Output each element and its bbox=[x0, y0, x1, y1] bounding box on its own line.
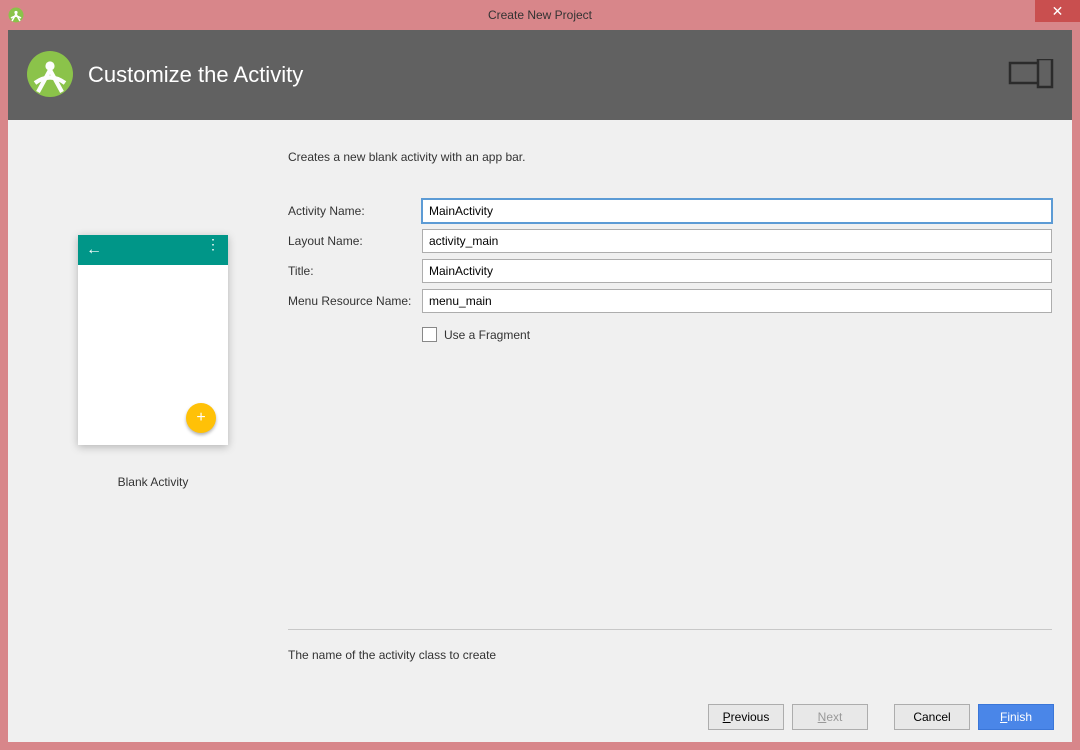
wizard-header: Customize the Activity bbox=[8, 30, 1072, 120]
fab-icon: + bbox=[186, 403, 216, 433]
label-title: Title: bbox=[288, 264, 422, 278]
layout-name-input[interactable] bbox=[422, 229, 1052, 253]
use-fragment-checkbox[interactable] bbox=[422, 327, 437, 342]
android-studio-logo-icon bbox=[26, 50, 74, 101]
hint-divider bbox=[288, 629, 1052, 630]
window-title: Create New Project bbox=[0, 8, 1080, 22]
form-description: Creates a new blank activity with an app… bbox=[288, 150, 1052, 164]
preview-appbar: ← ⋮ bbox=[78, 235, 228, 265]
preview-label: Blank Activity bbox=[118, 475, 189, 489]
label-activity-name: Activity Name: bbox=[288, 204, 422, 218]
window-body: Customize the Activity ← ⋮ + Blank Acti bbox=[8, 30, 1072, 742]
finish-button[interactable]: Finish bbox=[978, 704, 1054, 730]
next-text: ext bbox=[826, 710, 842, 724]
label-menu-resource: Menu Resource Name: bbox=[288, 294, 422, 308]
activity-preview: ← ⋮ + bbox=[78, 235, 228, 445]
close-button[interactable]: ✕ bbox=[1035, 0, 1080, 22]
device-icon bbox=[1008, 59, 1054, 92]
menu-resource-input[interactable] bbox=[422, 289, 1052, 313]
previous-text: revious bbox=[731, 710, 770, 724]
titlebar[interactable]: Create New Project ✕ bbox=[0, 0, 1080, 30]
page-title: Customize the Activity bbox=[88, 62, 303, 88]
label-layout-name: Layout Name: bbox=[288, 234, 422, 248]
overflow-menu-icon: ⋮ bbox=[206, 241, 220, 247]
finish-text: inish bbox=[1007, 710, 1032, 724]
content-area: ← ⋮ + Blank Activity Creates a new blank… bbox=[8, 120, 1072, 692]
close-icon: ✕ bbox=[1052, 3, 1064, 20]
previous-button[interactable]: Previous bbox=[708, 704, 784, 730]
form-pane: Creates a new blank activity with an app… bbox=[278, 150, 1052, 682]
button-bar: Previous Next Cancel Finish bbox=[8, 692, 1072, 742]
title-input[interactable] bbox=[422, 259, 1052, 283]
hint-text: The name of the activity class to create bbox=[288, 648, 1052, 662]
cancel-button[interactable]: Cancel bbox=[894, 704, 970, 730]
next-button: Next bbox=[792, 704, 868, 730]
preview-pane: ← ⋮ + Blank Activity bbox=[28, 150, 278, 682]
activity-name-input[interactable] bbox=[422, 199, 1052, 223]
android-studio-icon bbox=[8, 7, 24, 23]
dialog-window: Create New Project ✕ Customize the Activ… bbox=[0, 0, 1080, 750]
arrow-back-icon: ← bbox=[86, 241, 102, 259]
use-fragment-label: Use a Fragment bbox=[444, 328, 530, 342]
